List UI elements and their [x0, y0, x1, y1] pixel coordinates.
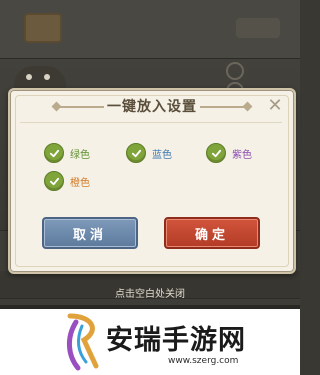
option-label: 紫色 — [232, 149, 252, 161]
auto-place-settings-dialog: 一键放入设置 ✕ 绿色 蓝色 紫色 橙色 取消 确定 — [8, 88, 296, 274]
close-hint-text: 点击空白处关闭 — [115, 289, 185, 300]
checkmark-icon[interactable] — [44, 143, 64, 163]
site-name: 安瑞手游网 — [106, 325, 246, 356]
checkmark-icon[interactable] — [206, 143, 226, 163]
background-panel-button — [236, 18, 280, 38]
dialog-title: 一键放入设置 — [107, 99, 197, 115]
dialog-header: 一键放入设置 ✕ — [10, 90, 294, 124]
site-url: www.szerg.com — [168, 356, 239, 366]
background-mascot-eye-icon — [26, 74, 32, 80]
cancel-button[interactable]: 取消 — [42, 217, 138, 249]
option-label: 橙色 — [70, 177, 90, 189]
option-label: 绿色 — [70, 149, 90, 161]
option-purple[interactable]: 紫色 — [206, 142, 252, 164]
close-icon[interactable]: ✕ — [265, 96, 285, 116]
background-side-icon — [226, 62, 244, 80]
background-mascot-eye-icon — [44, 74, 50, 80]
option-label: 蓝色 — [152, 149, 172, 161]
option-blue[interactable]: 蓝色 — [126, 142, 172, 164]
background-chest-icon — [24, 13, 62, 43]
checkmark-icon[interactable] — [126, 143, 146, 163]
site-logo-icon — [67, 313, 99, 371]
option-green[interactable]: 绿色 — [44, 142, 90, 164]
confirm-button[interactable]: 确定 — [164, 217, 260, 249]
checkmark-icon[interactable] — [44, 171, 64, 191]
option-orange[interactable]: 橙色 — [44, 170, 90, 192]
header-divider — [20, 122, 282, 123]
background-mascot-icon — [14, 66, 66, 90]
